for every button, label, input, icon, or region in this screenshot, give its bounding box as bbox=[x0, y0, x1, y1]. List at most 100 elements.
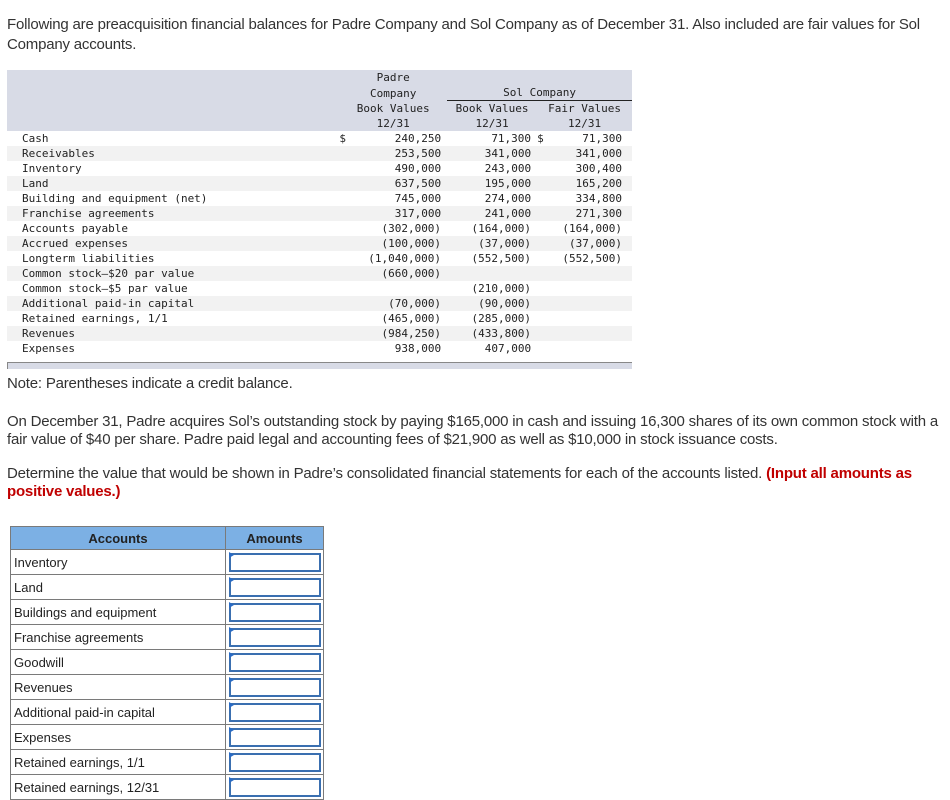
input-flag-icon bbox=[229, 552, 234, 558]
account-name: Land bbox=[10, 574, 226, 600]
table-row: Building and equipment (net) 745,000 274,0… bbox=[7, 191, 632, 206]
sol-fair-value bbox=[553, 341, 632, 356]
amount-cell bbox=[225, 724, 324, 750]
sol-fv-dollar-sign bbox=[537, 266, 552, 281]
input-flag-icon bbox=[229, 652, 234, 658]
amount-input[interactable] bbox=[228, 652, 321, 672]
sol-fv-dollar-sign bbox=[537, 236, 552, 251]
amount-input[interactable] bbox=[228, 702, 321, 722]
amount-input[interactable] bbox=[228, 777, 321, 797]
sol-fv-dollar-sign bbox=[537, 206, 552, 221]
padre-dollar-sign bbox=[339, 221, 358, 236]
sol-fv-dollar-sign bbox=[537, 296, 552, 311]
sol-fv-dollar-sign bbox=[537, 281, 552, 296]
table-row: Receivables 253,500 341,000 341,000 bbox=[7, 146, 632, 161]
answer-row: Additional paid-in capital bbox=[10, 699, 324, 725]
sol-book-value: (37,000) bbox=[478, 237, 532, 250]
sol-fv-dollar-sign bbox=[537, 221, 552, 236]
padre-dollar-sign bbox=[339, 281, 358, 296]
padre-book-value: 938,000 bbox=[394, 342, 442, 355]
table-row: Expenses 938,000 407,000 bbox=[7, 341, 632, 356]
account-name: Expenses bbox=[10, 724, 226, 750]
account-name: Buildings and equipment bbox=[10, 599, 226, 625]
padre-book-value: (465,000) bbox=[381, 312, 442, 325]
padre-book-value: 317,000 bbox=[394, 207, 442, 220]
instructions-paragraph: Determine the value that would be shown … bbox=[7, 465, 942, 501]
amount-input[interactable] bbox=[228, 627, 321, 647]
instructions-text: Determine the value that would be shown … bbox=[7, 465, 767, 482]
padre-dollar-sign bbox=[339, 296, 358, 311]
padre-dollar-sign bbox=[339, 191, 358, 206]
padre-header-line3: Book Values bbox=[356, 102, 430, 115]
amount-cell bbox=[225, 549, 324, 575]
sol-fair-value: 341,000 bbox=[575, 147, 622, 160]
padre-book-value: 637,500 bbox=[394, 177, 442, 190]
sol-fv-dollar-sign bbox=[537, 251, 552, 266]
sol-company-header: Sol Company bbox=[447, 85, 632, 101]
sol-book-value: 243,000 bbox=[484, 162, 532, 175]
account-name: Goodwill bbox=[10, 649, 226, 675]
sol-book-value: (210,000) bbox=[471, 282, 532, 295]
account-label: Accrued expenses bbox=[22, 237, 128, 250]
sol-book-value: 241,000 bbox=[484, 207, 532, 220]
sol-fv-dollar-sign bbox=[537, 176, 552, 191]
amount-input[interactable] bbox=[228, 727, 321, 747]
sol-fair-value: (552,500) bbox=[562, 252, 622, 265]
padre-dollar-sign: $ bbox=[339, 132, 346, 145]
sol-fv-dollar-sign bbox=[537, 191, 552, 206]
sol-fair-value: (164,000) bbox=[562, 222, 622, 235]
input-flag-icon bbox=[229, 602, 234, 608]
answer-row: Revenues bbox=[10, 674, 324, 700]
answer-row: Goodwill bbox=[10, 649, 324, 675]
padre-book-value: (660,000) bbox=[381, 267, 442, 280]
padre-header-line2: Company bbox=[370, 86, 417, 100]
padre-book-value: 745,000 bbox=[394, 192, 442, 205]
sol-book-value: 341,000 bbox=[484, 147, 532, 160]
sol-fv-dollar-sign bbox=[537, 311, 552, 326]
sol-book-value: (433,800) bbox=[471, 327, 532, 340]
amount-input[interactable] bbox=[228, 577, 321, 597]
answer-row: Retained earnings, 1/1 bbox=[10, 749, 324, 775]
amount-input[interactable] bbox=[228, 752, 321, 772]
sol-fv-header-line1: Fair Values bbox=[548, 102, 621, 115]
accounts-column-header: Accounts bbox=[10, 526, 226, 550]
amount-cell bbox=[225, 699, 324, 725]
account-label: Additional paid-in capital bbox=[22, 297, 195, 310]
answer-row: Expenses bbox=[10, 724, 324, 750]
padre-book-value: (100,000) bbox=[381, 237, 442, 250]
answer-row: Franchise agreements bbox=[10, 624, 324, 650]
table-row: Additional paid-in capital (70,000) (90,00… bbox=[7, 296, 632, 311]
account-name: Revenues bbox=[10, 674, 226, 700]
answer-row: Inventory bbox=[10, 549, 324, 575]
sol-book-value: 71,300 bbox=[491, 132, 532, 145]
sol-fair-value: (37,000) bbox=[569, 237, 622, 250]
sol-fv-dollar-sign bbox=[537, 326, 552, 341]
financial-balances-table: Padre Company Sol Company Book Values Bo… bbox=[7, 70, 632, 356]
account-label: Land bbox=[22, 177, 49, 190]
sol-fair-value bbox=[553, 296, 632, 311]
table-row: Longterm liabilities (1,040,000) (552,500)… bbox=[7, 251, 632, 266]
amount-cell bbox=[225, 774, 324, 800]
input-flag-icon bbox=[229, 677, 234, 683]
account-label: Revenues bbox=[22, 327, 75, 340]
amount-input[interactable] bbox=[228, 677, 321, 697]
table-header-row-2: Company Sol Company bbox=[7, 85, 632, 101]
sol-bv-header-line2: 12/31 bbox=[475, 117, 509, 130]
account-name: Additional paid-in capital bbox=[10, 699, 226, 725]
table-row: Accrued expenses (100,000) (37,000) (37,000… bbox=[7, 236, 632, 251]
sol-fv-dollar-sign: $ bbox=[537, 132, 544, 145]
amount-input[interactable] bbox=[228, 602, 321, 622]
amounts-column-header: Amounts bbox=[225, 526, 324, 550]
answer-row: Land bbox=[10, 574, 324, 600]
sol-book-value: (90,000) bbox=[478, 297, 532, 310]
sol-fair-value bbox=[553, 311, 632, 326]
intro-text: Following are preacquisition financial b… bbox=[7, 16, 920, 53]
sol-fv-header-line2: 12/31 bbox=[567, 117, 602, 130]
sol-fair-value: 334,800 bbox=[575, 192, 622, 205]
padre-dollar-sign bbox=[339, 341, 358, 356]
financial-balances-body: Cash $240,250 71,300 $71,300 Receivables 253,… bbox=[7, 131, 632, 356]
account-label: Franchise agreements bbox=[22, 207, 155, 220]
padre-dollar-sign bbox=[339, 146, 358, 161]
padre-header-line1: Padre bbox=[376, 71, 410, 84]
amount-input[interactable] bbox=[228, 552, 321, 572]
